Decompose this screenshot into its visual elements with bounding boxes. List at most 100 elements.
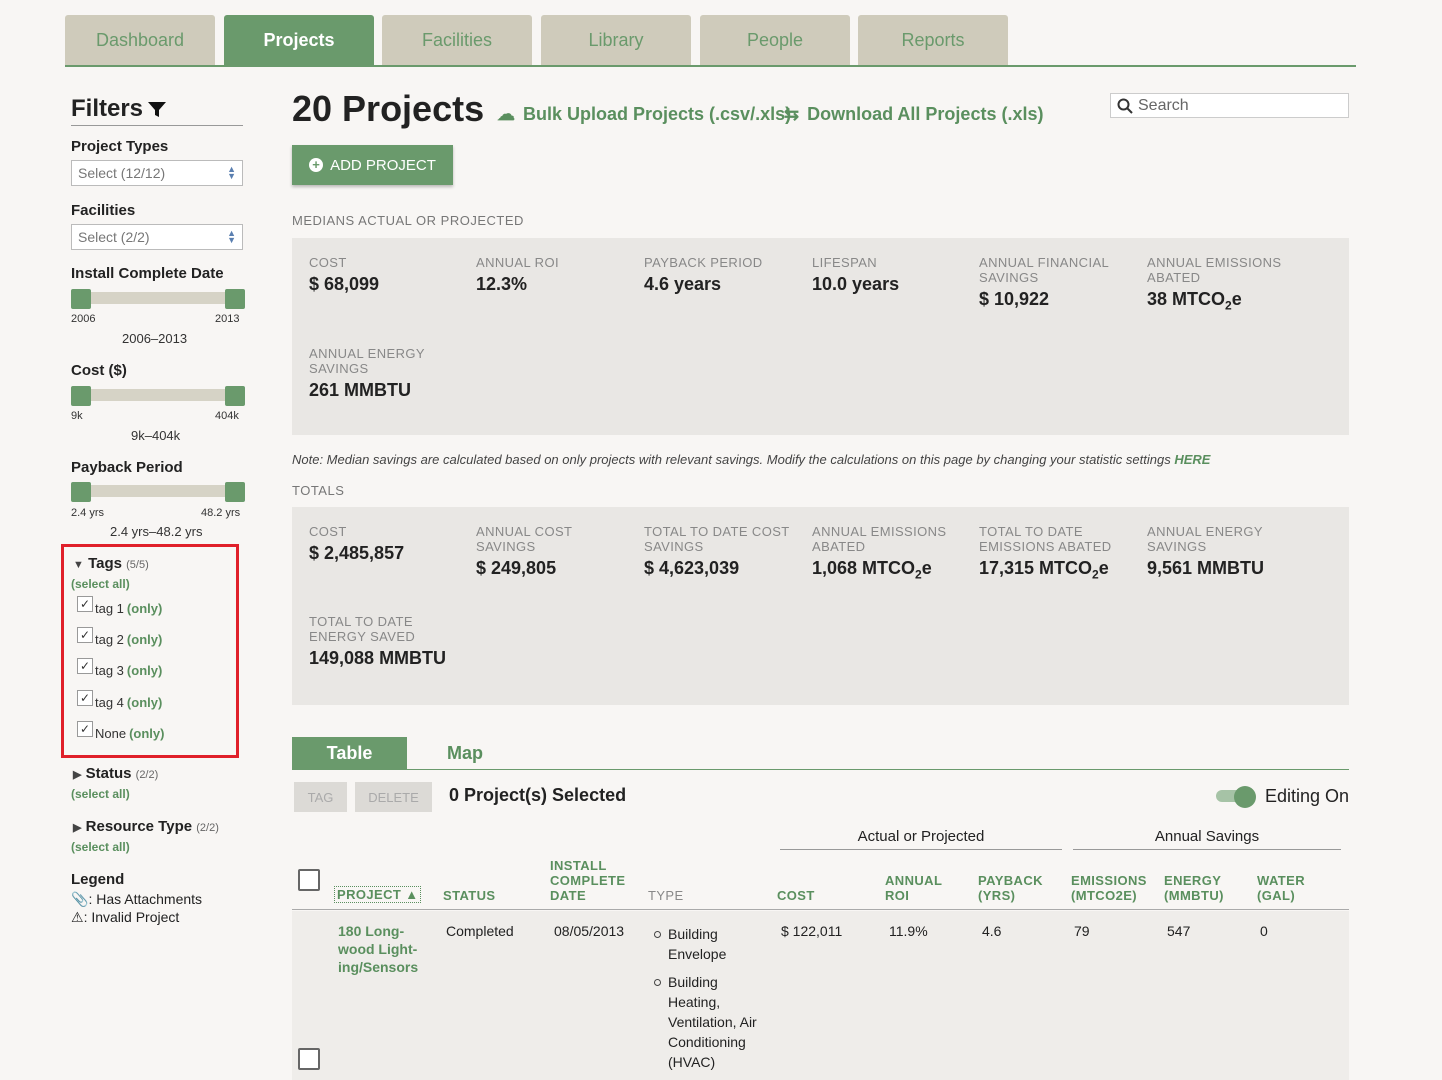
select-all-checkbox[interactable] (298, 869, 320, 891)
resource-type-header[interactable]: ▶ Resource Type (2/2) (73, 818, 219, 835)
bulk-upload-link[interactable]: ☁ Bulk Upload Projects (.csv/.xls) (497, 104, 791, 125)
stat-value: 149,088 MMBTU (309, 648, 447, 668)
status-filter-header[interactable]: ▶ Status (2/2) (73, 765, 158, 782)
column-emissions[interactable]: EMISSIONS (MTCO2E) (1071, 873, 1156, 903)
payback-slider[interactable] (71, 482, 245, 502)
column-project[interactable]: PROJECT ▲ (334, 886, 422, 903)
select-arrows-icon: ▲ ▼ (227, 164, 236, 181)
cost-filter-label: Cost ($) (71, 362, 127, 379)
slider-min-handle[interactable] (71, 386, 91, 406)
install-date-slider[interactable] (71, 289, 245, 309)
column-install-date[interactable]: INSTALL COMPLETE DATE (550, 858, 640, 903)
slider-min-handle[interactable] (71, 482, 91, 502)
editing-toggle[interactable] (1216, 786, 1256, 808)
statistic-settings-link[interactable]: HERE (1174, 452, 1210, 467)
project-link[interactable]: 180 Long-wood Light-ing/Sensors (338, 922, 428, 976)
resource-type-select-all[interactable]: (select all) (71, 840, 130, 854)
status-select-all[interactable]: (select all) (71, 787, 130, 801)
stat-label: LIFESPAN (812, 255, 878, 270)
add-project-button[interactable]: + ADD PROJECT (292, 145, 453, 185)
stat-label: COST (309, 255, 347, 270)
type-item: Building Heating, Ventilation, Air Condi… (654, 972, 764, 1072)
total-stat: ANNUAL ENERGY SAVINGS 9,561 MMBTU (1147, 524, 1297, 579)
tag-only-link[interactable]: (only) (129, 726, 164, 741)
tags-label: Tags (88, 555, 122, 572)
exchange-arrows-icon: ⇆ (784, 104, 800, 124)
stat-value: $ 4,623,039 (644, 558, 740, 578)
facilities-label: Facilities (71, 202, 136, 219)
stat-label: TOTAL TO DATE ENERGY SAVED (309, 614, 416, 644)
install-date-max: 2013 (215, 313, 240, 325)
slider-track (79, 292, 237, 304)
column-energy[interactable]: ENERGY (MMBTU) (1164, 873, 1236, 903)
totals-heading: TOTALS (292, 483, 345, 498)
slider-min-handle[interactable] (71, 289, 91, 309)
download-all-link[interactable]: ⇆ Download All Projects (.xls) (784, 104, 1043, 125)
tag-only-link[interactable]: (only) (127, 601, 162, 616)
cost-slider[interactable] (71, 386, 245, 406)
row-checkbox[interactable] (298, 1048, 320, 1070)
stat-value: 38 MTCO2e (1147, 289, 1242, 313)
resource-type-label: Resource Type (85, 818, 193, 835)
cell-payback: 4.6 (982, 923, 1002, 939)
nav-tab-dashboard[interactable]: Dashboard (65, 15, 215, 65)
paperclip-icon: 📎 (71, 891, 89, 907)
selected-count: 0 Project(s) Selected (449, 785, 627, 805)
tag-item: ✓ tag 4 (only) (77, 690, 162, 710)
cell-cost: $ 122,011 (781, 923, 843, 939)
search-input[interactable]: Search (1110, 93, 1349, 118)
column-cost[interactable]: COST (777, 888, 815, 903)
column-payback[interactable]: PAYBACK (YRS) (978, 873, 1058, 903)
search-icon (1117, 98, 1133, 114)
group-header-savings: Annual Savings (1073, 828, 1341, 850)
expanded-triangle-icon: ▼ (73, 559, 84, 571)
tag-checkbox[interactable]: ✓ (77, 658, 93, 674)
slider-max-handle[interactable] (225, 289, 245, 309)
stat-value: 9,561 MMBTU (1147, 558, 1265, 578)
tags-header[interactable]: ▼ Tags (5/5) (73, 555, 149, 572)
slider-max-handle[interactable] (225, 482, 245, 502)
total-stat: TOTAL TO DATE ENERGY SAVED 149,088 MMBTU (309, 614, 459, 669)
nav-tab-projects[interactable]: Projects (224, 15, 374, 65)
tag-checkbox[interactable]: ✓ (77, 690, 93, 706)
total-stat: ANNUAL COST SAVINGS $ 249,805 (476, 524, 626, 579)
tag-button[interactable]: TAG (294, 782, 347, 812)
total-stat: TOTAL TO DATE EMISSIONS ABATED 17,315 MTC… (979, 524, 1129, 582)
tags-select-all[interactable]: (select all) (71, 577, 130, 591)
tag-only-link[interactable]: (only) (127, 695, 162, 710)
nav-tab-reports[interactable]: Reports (858, 15, 1008, 65)
column-roi[interactable]: ANNUAL ROI (885, 873, 955, 903)
project-types-select[interactable]: Select (12/12) ▲ ▼ (71, 160, 243, 186)
tag-checkbox[interactable]: ✓ (77, 627, 93, 643)
install-date-label: Install Complete Date (71, 265, 224, 282)
column-status[interactable]: STATUS (443, 888, 495, 903)
tag-only-link[interactable]: (only) (127, 632, 162, 647)
tag-item: ✓ tag 1 (only) (77, 596, 162, 616)
tab-table[interactable]: Table (292, 737, 407, 770)
cell-types: Building Envelope Building Heating, Vent… (654, 924, 764, 1080)
facilities-select[interactable]: Select (2/2) ▲ ▼ (71, 224, 243, 250)
facilities-value: Select (2/2) (78, 229, 150, 245)
tag-label: tag 3 (95, 663, 124, 678)
nav-tab-people[interactable]: People (700, 15, 850, 65)
column-water[interactable]: WATER (GAL) (1257, 873, 1317, 903)
tab-map[interactable]: Map (447, 737, 483, 770)
stat-value: 4.6 years (644, 274, 722, 294)
totals-panel: COST $ 2,485,857 ANNUAL COST SAVINGS $ 249… (292, 507, 1349, 705)
stat-label: ANNUAL FINANCIAL SAVINGS (979, 255, 1109, 285)
legend-invalid-label: : Invalid Project (83, 909, 180, 925)
delete-button[interactable]: DELETE (355, 782, 432, 812)
stat-value: $ 10,922 (979, 289, 1050, 309)
stat-label: TOTAL TO DATE EMISSIONS ABATED (979, 524, 1112, 554)
median-stat: ANNUAL EMISSIONS ABATED 38 MTCO2e (1147, 255, 1297, 313)
nav-tab-library[interactable]: Library (541, 15, 691, 65)
add-project-label: ADD PROJECT (330, 156, 436, 174)
slider-max-handle[interactable] (225, 386, 245, 406)
tag-checkbox[interactable]: ✓ (77, 596, 93, 612)
cell-emissions: 79 (1074, 923, 1090, 939)
column-type: TYPE (648, 888, 684, 903)
tag-checkbox[interactable]: ✓ (77, 721, 93, 737)
stat-value: 261 MMBTU (309, 380, 412, 400)
tag-only-link[interactable]: (only) (127, 663, 162, 678)
nav-tab-facilities[interactable]: Facilities (382, 15, 532, 65)
